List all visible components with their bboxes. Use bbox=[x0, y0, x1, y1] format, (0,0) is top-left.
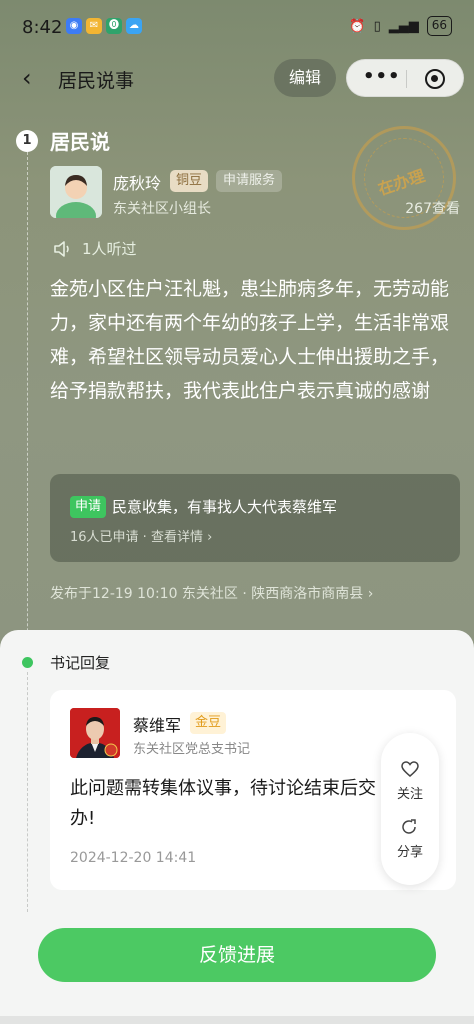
status-indicators: ⏰ ▯ ▂▄▆ 66 bbox=[349, 16, 452, 36]
floating-actions: 关注 分享 bbox=[381, 733, 439, 885]
follow-label: 关注 bbox=[396, 787, 423, 802]
vibrate-icon: ▯ bbox=[373, 18, 381, 34]
replier-name[interactable]: 蔡维军 bbox=[133, 712, 181, 736]
cloud-icon: ☁ bbox=[126, 18, 142, 34]
timeline-dot bbox=[22, 657, 33, 668]
close-miniprogram-icon[interactable] bbox=[425, 69, 445, 89]
status-time: 8:42 bbox=[22, 17, 63, 38]
reply-text: 此问题需转集体议事，待讨论结束后交办! bbox=[70, 778, 376, 829]
page-title: 居民说事 bbox=[58, 70, 135, 92]
section-title: 居民说 bbox=[50, 130, 110, 154]
home-indicator bbox=[0, 1016, 474, 1024]
battery-icon: 66 bbox=[426, 16, 452, 36]
apply-title: 民意收集，有事找人大代表蔡维军 bbox=[112, 498, 338, 516]
service-tag[interactable]: 申请服务 bbox=[216, 170, 283, 192]
app-notification-icon: ◉ bbox=[66, 18, 82, 34]
share-button[interactable]: 分享 bbox=[381, 817, 439, 860]
feedback-progress-button[interactable]: 反馈进展 bbox=[38, 928, 436, 982]
timeline-step-number: 1 bbox=[16, 130, 38, 152]
avatar[interactable] bbox=[70, 708, 120, 758]
listen-audio[interactable]: 1人听过 bbox=[52, 238, 137, 259]
more-icon[interactable]: ••• bbox=[363, 66, 401, 87]
capsule-divider bbox=[406, 70, 407, 88]
gold-badge: 金豆 bbox=[190, 712, 227, 734]
reply-section-title: 书记回复 bbox=[50, 654, 111, 672]
nav-bar: ‹ 居民说事 编辑 ••• bbox=[0, 56, 474, 100]
share-icon bbox=[402, 819, 416, 834]
apply-card[interactable]: 申请 民意收集，有事找人大代表蔡维军 16人已申请 · 查看详情 › bbox=[50, 474, 460, 562]
listen-count: 1人听过 bbox=[82, 240, 137, 258]
follow-button[interactable]: 关注 bbox=[381, 759, 439, 802]
share-label: 分享 bbox=[396, 845, 423, 860]
reply-time: 2024-12-20 14:41 bbox=[70, 850, 197, 866]
author-role: 东关社区小组长 bbox=[113, 201, 211, 217]
mail-icon: ✉ bbox=[86, 18, 102, 34]
edit-button[interactable]: 编辑 bbox=[274, 59, 336, 97]
timeline-line bbox=[27, 672, 28, 912]
heart-icon bbox=[401, 761, 419, 777]
avatar[interactable] bbox=[50, 166, 102, 218]
view-count: 267查看 bbox=[405, 201, 460, 217]
speaker-icon bbox=[54, 240, 69, 257]
status-bar: 8:42 ◉ ✉ ⓿ ☁ ⏰ ▯ ▂▄▆ 66 bbox=[0, 0, 474, 56]
post-meta[interactable]: 发布于12-19 10:10 东关社区 · 陕西商洛市商南县 › bbox=[50, 583, 373, 603]
bronze-badge: 铜豆 bbox=[170, 170, 209, 192]
apply-details-link[interactable]: 16人已申请 · 查看详情 › bbox=[70, 526, 212, 545]
apply-tag: 申请 bbox=[70, 496, 107, 518]
alarm-icon: ⏰ bbox=[349, 18, 366, 34]
post-content: 金苑小区住户汪礼魁，患尘肺病多年，无劳动能力，家中还有两个年幼的孩子上学，生活非… bbox=[50, 278, 450, 402]
signal-icon: ▂▄▆ bbox=[388, 18, 419, 34]
app-notification-icon: ⓿ bbox=[106, 18, 122, 34]
back-icon[interactable]: ‹ bbox=[22, 64, 32, 92]
miniprogram-capsule: ••• bbox=[346, 59, 464, 97]
replier-role: 东关社区党总支书记 bbox=[133, 742, 251, 757]
status-app-icons: ◉ ✉ ⓿ ☁ bbox=[66, 18, 142, 34]
author-name[interactable]: 庞秋玲 bbox=[113, 170, 161, 194]
